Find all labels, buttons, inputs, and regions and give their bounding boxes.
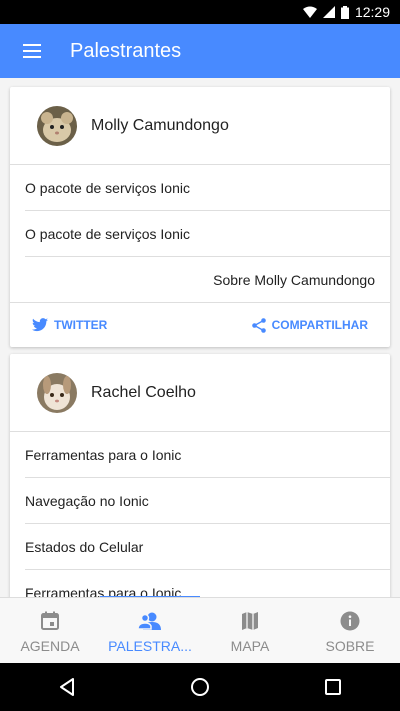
recents-button[interactable] — [303, 663, 363, 711]
back-icon — [59, 678, 74, 696]
info-icon — [340, 611, 360, 630]
menu-icon — [23, 44, 41, 58]
avatar — [37, 105, 77, 146]
twitter-button[interactable]: TWITTER — [32, 318, 107, 332]
tab-label: PALESTRA... — [108, 637, 192, 654]
speaker-name: Rachel Coelho — [91, 383, 196, 401]
session-item[interactable]: O pacote de serviços Ionic — [10, 211, 390, 257]
tab-bar: AGENDA PALESTRA... MAPA SOBRE — [0, 597, 400, 663]
session-title: O pacote de serviços Ionic — [25, 226, 190, 242]
tab-speakers[interactable]: PALESTRA... — [100, 598, 200, 663]
about-speaker-label: Sobre Molly Camundongo — [213, 272, 375, 288]
share-icon — [251, 317, 266, 333]
tab-agenda[interactable]: AGENDA — [0, 598, 100, 663]
session-item[interactable]: Ferramentas para o Ionic — [10, 570, 390, 597]
page-title: Palestrantes — [70, 39, 182, 62]
home-button[interactable] — [170, 663, 230, 711]
speaker-name: Molly Camundongo — [91, 116, 229, 134]
menu-button[interactable] — [0, 24, 64, 78]
contacts-icon — [138, 612, 161, 630]
twitter-label: TWITTER — [54, 318, 108, 332]
home-icon — [190, 678, 209, 696]
tab-label: MAPA — [230, 637, 270, 654]
back-button[interactable] — [37, 663, 97, 711]
twitter-icon — [32, 318, 48, 332]
session-item[interactable]: O pacote de serviços Ionic — [10, 165, 390, 211]
wifi-icon — [302, 6, 317, 18]
signal-icon — [322, 6, 335, 18]
card-actions: TWITTER COMPARTILHAR — [10, 303, 390, 347]
session-item[interactable]: Ferramentas para o Ionic — [10, 432, 390, 478]
session-title: Ferramentas para o Ionic — [25, 447, 182, 463]
app-toolbar: Palestrantes — [0, 24, 400, 78]
status-bar: 12:29 — [0, 0, 400, 24]
share-button[interactable]: COMPARTILHAR — [251, 317, 368, 333]
avatar — [37, 372, 77, 413]
session-title: O pacote de serviços Ionic — [25, 180, 190, 196]
speaker-header[interactable]: Molly Camundongo — [10, 87, 390, 165]
system-nav-bar — [0, 663, 400, 711]
speaker-header[interactable]: Rachel Coelho — [10, 354, 390, 432]
battery-icon — [340, 5, 349, 19]
share-label: COMPARTILHAR — [271, 318, 368, 332]
session-item[interactable]: Navegação no Ionic — [10, 478, 390, 524]
about-speaker-link[interactable]: Sobre Molly Camundongo — [10, 257, 390, 303]
speaker-list: Molly Camundongo O pacote de serviços Io… — [0, 78, 400, 597]
session-title: Estados do Celular — [25, 539, 144, 555]
calendar-icon — [41, 611, 59, 630]
tab-map[interactable]: MAPA — [200, 598, 300, 663]
speaker-card: Molly Camundongo O pacote de serviços Io… — [10, 87, 390, 347]
tab-about[interactable]: SOBRE — [300, 598, 400, 663]
recents-icon — [325, 679, 342, 695]
session-item[interactable]: Estados do Celular — [10, 524, 390, 570]
tab-label: AGENDA — [20, 637, 80, 654]
session-title: Navegação no Ionic — [25, 493, 149, 509]
speaker-card: Rachel Coelho Ferramentas para o Ionic N… — [10, 354, 390, 597]
tab-label: SOBRE — [325, 637, 375, 654]
status-time: 12:29 — [354, 4, 390, 20]
map-icon — [242, 611, 258, 630]
